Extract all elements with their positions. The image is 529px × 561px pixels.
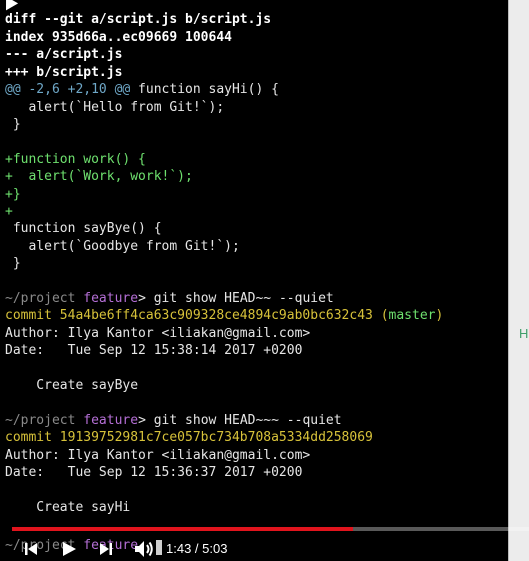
diff-index-line: index 935d66a..ec09669 100644 — [5, 30, 232, 45]
video-player-controls: ~/project feature 1:43 / 5:03 — [0, 522, 529, 561]
diff-header: diff --git a/script.js b/script.js — [5, 12, 272, 27]
hunk-context: function sayHi() { — [130, 82, 279, 97]
commit-ref-paren: ( — [380, 308, 389, 323]
commit-date: Date: Tue Sep 12 15:38:14 2017 +0200 — [5, 343, 303, 358]
progress-fill — [12, 527, 354, 531]
prompt-branch: feature — [83, 413, 139, 428]
commit-message: Create sayBye — [5, 378, 139, 393]
side-divider — [508, 0, 509, 561]
volume-icon[interactable] — [133, 539, 155, 559]
hunk-header-line: @@ -2,6 +2,10 @@ function sayHi() { — [5, 81, 279, 98]
prompt-command: > git show HEAD~~~ --quiet — [138, 413, 342, 428]
skip-previous-icon[interactable] — [23, 541, 39, 557]
shell-prompt: ~/project feature> git show HEAD~~ --qui… — [5, 290, 334, 307]
diff-context-line: alert(`Goodbye from Git!`); — [5, 239, 240, 254]
commit-date: Date: Tue Sep 12 15:36:37 2017 +0200 — [5, 465, 303, 480]
terminal-window: diff --git a/script.js b/script.js index… — [0, 0, 508, 561]
diff-context-line: } — [5, 256, 21, 271]
commit-ref: master — [388, 308, 436, 323]
side-panel-letter: H — [519, 326, 529, 341]
side-panel — [508, 0, 529, 561]
time-display: 1:43 / 5:03 — [166, 541, 228, 556]
commit-ref-paren: ) — [435, 308, 444, 323]
diff-added-line: +} — [5, 187, 21, 202]
shell-prompt: ~/project feature> git show HEAD~~~ --qu… — [5, 412, 342, 429]
diff-minus-file: --- a/script.js — [5, 47, 123, 62]
diff-added-line: +function work() { — [5, 152, 146, 167]
commit-line: commit 54a4be6ff4ca63c909328ce4894c9ab0b… — [5, 307, 443, 324]
commit-hash: commit 54a4be6ff4ca63c909328ce4894c9ab0b… — [5, 308, 381, 323]
diff-added-line: + — [5, 204, 13, 219]
commit-author: Author: Ilya Kantor <iliakan@gmail.com> — [5, 448, 311, 463]
volume-slider-handle[interactable] — [156, 540, 162, 555]
progress-bar[interactable] — [12, 527, 529, 531]
commit-author: Author: Ilya Kantor <iliakan@gmail.com> — [5, 326, 311, 341]
commit-hash: commit 19139752981c7ce057bc734b708a5334d… — [5, 430, 373, 445]
prompt-command: > git show HEAD~~ --quiet — [138, 291, 334, 306]
prompt-branch: feature — [83, 291, 139, 306]
skip-next-icon[interactable] — [98, 541, 114, 557]
commit-message: Create sayHi — [5, 500, 131, 515]
diff-context-line: alert(`Hello from Git!`); — [5, 100, 225, 115]
hunk-range: @@ -2,6 +2,10 @@ — [5, 82, 131, 97]
diff-added-line: + alert(`Work, work!`); — [5, 169, 193, 184]
prompt-path: ~/project — [5, 291, 84, 306]
play-icon[interactable] — [60, 540, 78, 558]
prompt-path: ~/project — [5, 413, 84, 428]
diff-plus-file: +++ b/script.js — [5, 65, 123, 80]
diff-context-line: function sayBye() { — [5, 221, 162, 236]
diff-context-line: } — [5, 117, 21, 132]
